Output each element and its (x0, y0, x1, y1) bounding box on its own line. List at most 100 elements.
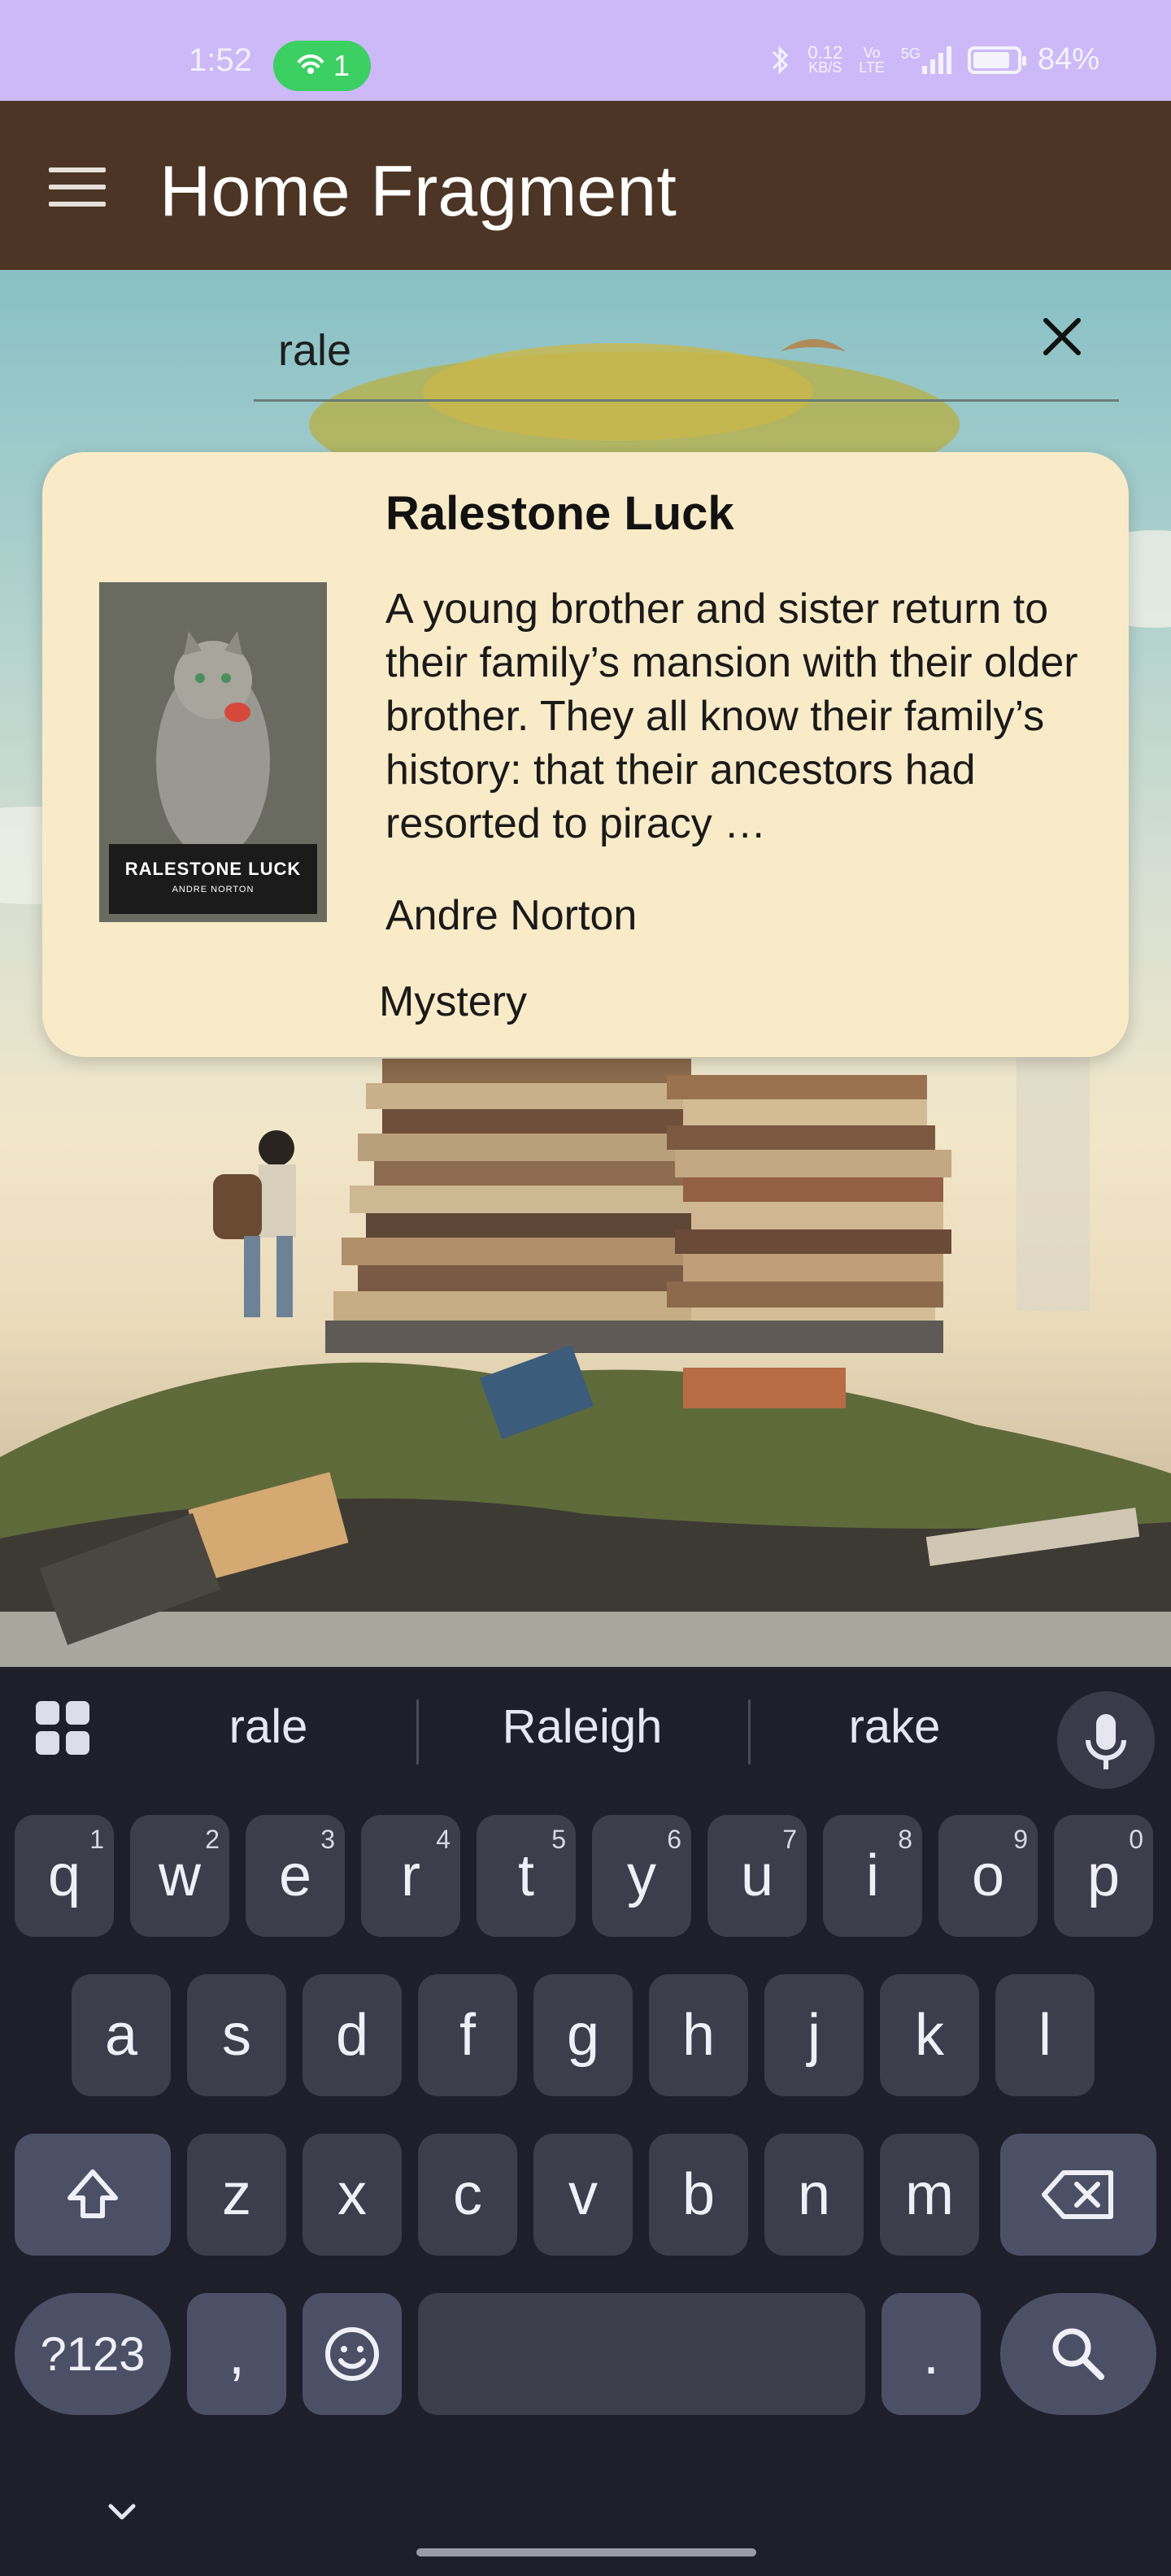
network-type: 5G (900, 45, 921, 62)
key-i[interactable]: i8 (823, 1815, 922, 1937)
key-label: r (401, 1843, 420, 1908)
key-q[interactable]: q1 (15, 1815, 114, 1937)
key-e[interactable]: e3 (246, 1815, 345, 1937)
key-g[interactable]: g (533, 1974, 633, 2096)
status-icons: 0.12 KB/S Vo LTE 5G 84% (768, 42, 1099, 77)
chevron-down-icon[interactable] (106, 2495, 138, 2527)
period-key[interactable]: . (882, 2293, 981, 2415)
cover-author: ANDRE NORTON (172, 885, 255, 894)
search-result-card[interactable]: RALESTONE LUCK ANDRE NORTON Ralestone Lu… (42, 452, 1129, 1057)
key-number: 4 (436, 1825, 451, 1854)
keyboard-apps-icon[interactable] (36, 1701, 89, 1755)
hotspot-icon (297, 54, 324, 74)
signal-indicator: 5G (901, 46, 951, 74)
key-j[interactable]: j (764, 1974, 864, 2096)
key-label: u (740, 1843, 774, 1908)
key-label: y (627, 1843, 656, 1908)
key-x[interactable]: x (303, 2134, 402, 2256)
suggestion-1[interactable]: rale (122, 1699, 415, 1754)
key-l[interactable]: l (995, 1974, 1095, 2096)
shift-icon (67, 2169, 118, 2218)
battery-percent: 84% (1037, 42, 1099, 76)
boy-figure (213, 1130, 296, 1317)
cover-title-band: RALESTONE LUCK ANDRE NORTON (109, 844, 317, 914)
net-speed-value: 0.12 (808, 41, 843, 63)
hamburger-menu-icon[interactable] (49, 168, 106, 207)
book-description: A young brother and sister return to the… (385, 585, 1078, 847)
emoji-key[interactable] (303, 2293, 402, 2415)
key-label: e (278, 1843, 312, 1908)
key-number: 6 (667, 1825, 681, 1854)
close-icon[interactable] (1036, 311, 1088, 363)
key-h[interactable]: h (649, 1974, 748, 2096)
app-bar: Home Fragment (0, 101, 1171, 270)
net-speed: 0.12 KB/S (808, 41, 843, 76)
key-o[interactable]: o9 (938, 1815, 1038, 1937)
book-cover-image: RALESTONE LUCK ANDRE NORTON (99, 582, 327, 922)
volte-bottom: LTE (859, 59, 885, 76)
key-v[interactable]: v (533, 2134, 633, 2256)
key-label: p (1086, 1843, 1121, 1908)
cover-title: RALESTONE LUCK (124, 859, 302, 879)
symbols-key[interactable]: ?123 (15, 2293, 171, 2415)
microphone-icon (1086, 1714, 1126, 1769)
key-number: 9 (1013, 1825, 1028, 1854)
navigation-handle[interactable] (416, 2548, 756, 2556)
page-title: Home Fragment (159, 150, 677, 231)
status-bar: 1:52 1 0.12 KB/S Vo LTE 5G 84% (0, 0, 1171, 101)
space-key[interactable] (418, 2293, 865, 2415)
key-w[interactable]: w2 (130, 1815, 229, 1937)
book-genre: Mystery (379, 978, 527, 1025)
key-d[interactable]: d (303, 1974, 402, 2096)
key-f[interactable]: f (418, 1974, 517, 2096)
bluetooth-icon (773, 45, 789, 75)
search-icon (1052, 2328, 1104, 2380)
key-number: 0 (1129, 1825, 1143, 1854)
comma-key[interactable]: , (187, 2293, 286, 2415)
key-m[interactable]: m (880, 2134, 979, 2256)
key-c[interactable]: c (418, 2134, 517, 2256)
book-title: Ralestone Luck (385, 487, 734, 540)
suggestion-2[interactable]: Raleigh (436, 1699, 729, 1754)
battery-icon (967, 46, 1026, 74)
backspace-key[interactable] (1000, 2134, 1156, 2256)
suggestion-3[interactable]: rake (748, 1699, 1041, 1754)
key-number: 3 (320, 1825, 335, 1854)
key-y[interactable]: y6 (592, 1815, 691, 1937)
key-n[interactable]: n (764, 2134, 864, 2256)
search-key[interactable] (1000, 2293, 1156, 2415)
soft-keyboard: rale Raleigh rake q1 w2 e3 r4 t5 y6 u7 i… (0, 1667, 1171, 2576)
signal-icon (921, 46, 951, 74)
backspace-icon (1042, 2170, 1113, 2219)
suggestion-bar: rale Raleigh rake (0, 1667, 1171, 1789)
key-label: o (971, 1843, 1005, 1908)
hotspot-indicator[interactable]: 1 (273, 41, 371, 91)
key-label: q (47, 1843, 81, 1908)
key-k[interactable]: k (880, 1974, 979, 2096)
key-label: t (517, 1843, 534, 1908)
hotspot-count: 1 (333, 49, 350, 82)
net-speed-unit: KB/S (808, 59, 842, 76)
suggestion-divider (416, 1699, 419, 1764)
book-author: Andre Norton (385, 892, 638, 939)
shift-key[interactable] (15, 2134, 171, 2256)
key-label: w (159, 1843, 201, 1908)
key-t[interactable]: t5 (477, 1815, 576, 1937)
key-z[interactable]: z (187, 2134, 286, 2256)
key-number: 5 (551, 1825, 566, 1854)
key-p[interactable]: p0 (1054, 1815, 1153, 1937)
key-s[interactable]: s (187, 1974, 286, 2096)
key-b[interactable]: b (649, 2134, 748, 2256)
key-number: 7 (782, 1825, 797, 1854)
key-number: 2 (205, 1825, 220, 1854)
key-a[interactable]: a (72, 1974, 171, 2096)
microphone-button[interactable] (1057, 1691, 1155, 1789)
volte-indicator: Vo LTE (859, 46, 885, 75)
key-u[interactable]: u7 (707, 1815, 807, 1937)
key-r[interactable]: r4 (361, 1815, 460, 1937)
search-input[interactable] (254, 301, 1119, 402)
status-time: 1:52 (189, 42, 252, 78)
key-label: i (866, 1843, 879, 1908)
key-number: 8 (898, 1825, 912, 1854)
emoji-icon (325, 2327, 379, 2381)
